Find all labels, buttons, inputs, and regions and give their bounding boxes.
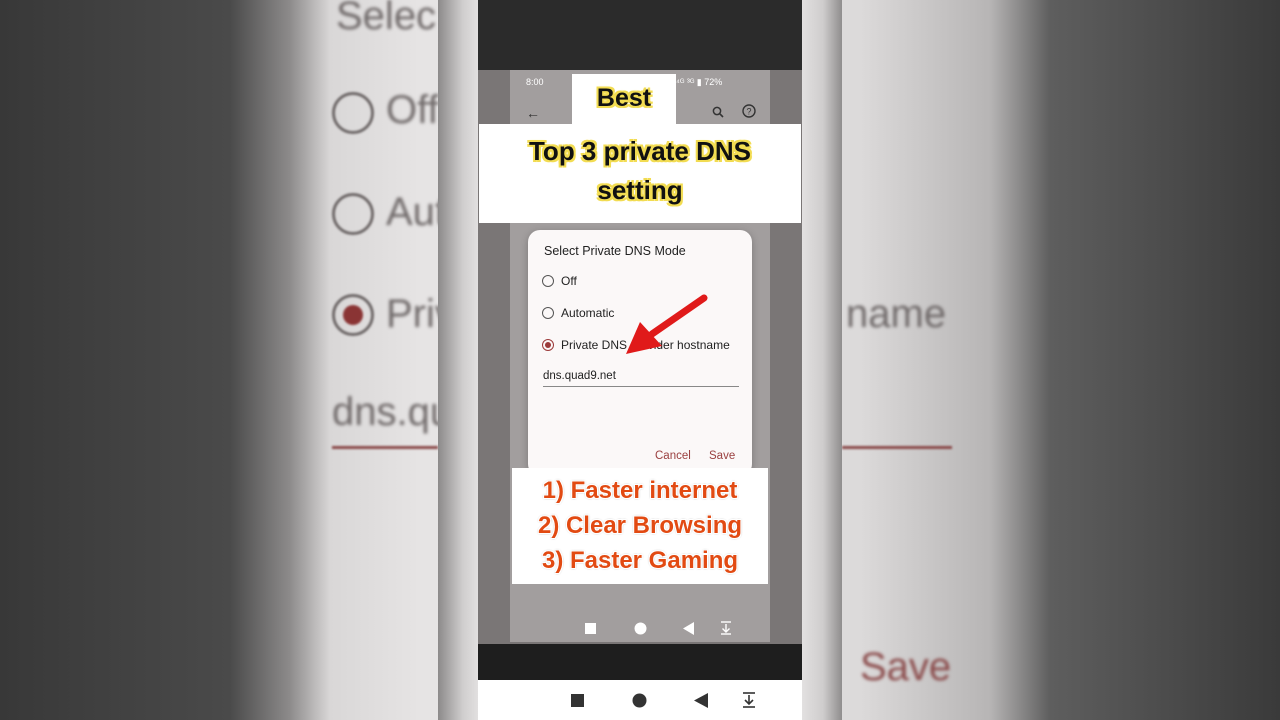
option-off[interactable]: Off [542, 272, 577, 290]
bg-text-select: Selec [336, 0, 437, 38]
title-overlay: Top 3 private DNS setting [479, 124, 801, 223]
dialog-title: Select Private DNS Mode [544, 244, 686, 258]
status-time: 8:00 [526, 77, 544, 87]
save-button[interactable]: Save [709, 450, 735, 462]
best-label: Best [596, 84, 652, 112]
back-arrow-icon[interactable]: ← [524, 104, 542, 122]
bg-text-hostname: name [846, 292, 947, 336]
bg-text-save: Save [860, 645, 952, 689]
option-automatic-label: Automatic [561, 306, 615, 320]
bg-underline-left [332, 446, 438, 449]
phone-frame: 8:00 ⁴ᴳ ³ᴳ ▮ 72% ← ? Select Private DNS … [438, 0, 842, 720]
bezel-gap [478, 644, 802, 680]
radio-off[interactable] [542, 275, 554, 287]
square-icon[interactable] [571, 694, 584, 707]
benefit-item: 3) Faster Gaming [541, 547, 739, 574]
help-icon[interactable]: ? [740, 104, 758, 122]
status-indicators: ⁴ᴳ ³ᴳ ▮ 72% [676, 77, 723, 87]
bg-text-dns: dns.qu [332, 390, 453, 434]
title-line-1: Top 3 private DNS [528, 136, 751, 166]
triangle-back-icon[interactable] [694, 693, 708, 708]
radio-private-hostname[interactable] [542, 339, 554, 351]
circle-icon[interactable] [632, 693, 647, 708]
option-off-label: Off [561, 274, 577, 288]
bg-radio-off [332, 92, 374, 134]
search-icon[interactable] [709, 104, 727, 122]
screen-top-bar [478, 0, 802, 70]
option-automatic[interactable]: Automatic [542, 304, 614, 322]
benefits-overlay: 1) Faster internet 2) Clear Browsing 3) … [512, 468, 768, 584]
benefit-item: 1) Faster internet [542, 477, 738, 504]
best-label-box: Best [572, 74, 676, 126]
menu-down-icon[interactable] [742, 692, 756, 708]
hostname-underline [543, 386, 739, 387]
menu-down-icon[interactable] [720, 621, 732, 635]
title-line-2: setting [597, 175, 683, 205]
inner-nav-bar [510, 612, 770, 644]
bg-radio-private [332, 294, 374, 336]
bg-underline-right [842, 446, 952, 449]
hostname-input[interactable]: dns.quad9.net [543, 370, 616, 382]
system-nav-bar [478, 680, 802, 720]
svg-text:?: ? [746, 107, 751, 117]
radio-automatic[interactable] [542, 307, 554, 319]
circle-icon[interactable] [634, 622, 647, 635]
benefit-item: 2) Clear Browsing [537, 512, 743, 539]
bg-radio-automatic [332, 193, 374, 235]
cancel-button[interactable]: Cancel [655, 450, 691, 462]
square-icon[interactable] [585, 623, 596, 634]
bg-text-off: Off [386, 88, 439, 132]
red-arrow-icon [626, 294, 708, 354]
triangle-back-icon[interactable] [683, 622, 695, 635]
